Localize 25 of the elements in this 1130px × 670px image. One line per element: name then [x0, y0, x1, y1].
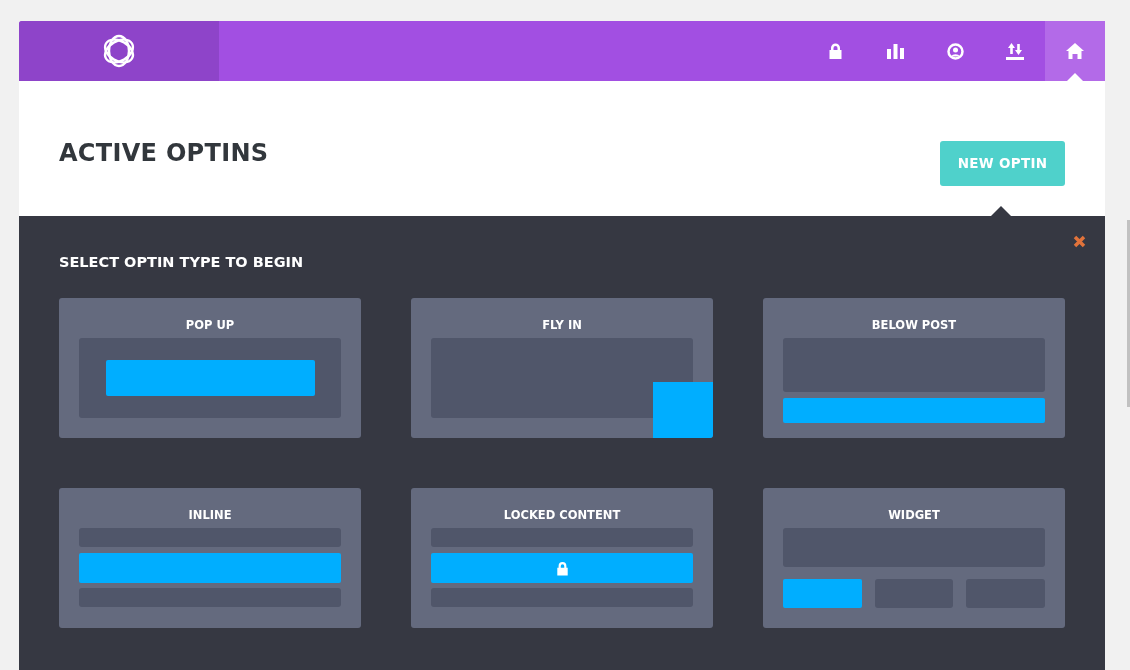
card-title: WIDGET: [887, 508, 941, 522]
optin-type-card[interactable]: LOCKED CONTENT: [411, 488, 713, 628]
nav-button[interactable]: [1045, 21, 1105, 81]
optin-type-card[interactable]: FLY IN: [411, 298, 713, 438]
section-heading: SELECT OPTIN TYPE TO BEGIN: [59, 254, 305, 270]
card-title: LOCKED CONTENT: [502, 508, 622, 522]
card-title: FLY IN: [541, 318, 583, 332]
card-title: BELOW POST: [870, 318, 958, 332]
logo-icon: [102, 34, 136, 68]
optin-type-card[interactable]: WIDGET: [763, 488, 1065, 628]
close-icon[interactable]: [1073, 235, 1086, 248]
lock-icon: [827, 43, 843, 59]
scrollbar[interactable]: [1127, 220, 1130, 407]
card-title: INLINE: [187, 508, 233, 522]
home-icon: [1066, 43, 1084, 59]
up-down-arrows-icon: [1006, 42, 1024, 60]
optin-type-card[interactable]: INLINE: [59, 488, 361, 628]
optin-type-card[interactable]: POP UP: [59, 298, 361, 438]
optin-box: [653, 382, 713, 438]
user-circle-icon: [946, 42, 964, 60]
lock-icon: [555, 560, 569, 576]
bar-chart-icon: [886, 43, 904, 59]
optin-type-card[interactable]: BELOW POST: [763, 298, 1065, 438]
page-title: ACTIVE OPTINS: [59, 139, 269, 167]
card-title: POP UP: [184, 318, 236, 332]
